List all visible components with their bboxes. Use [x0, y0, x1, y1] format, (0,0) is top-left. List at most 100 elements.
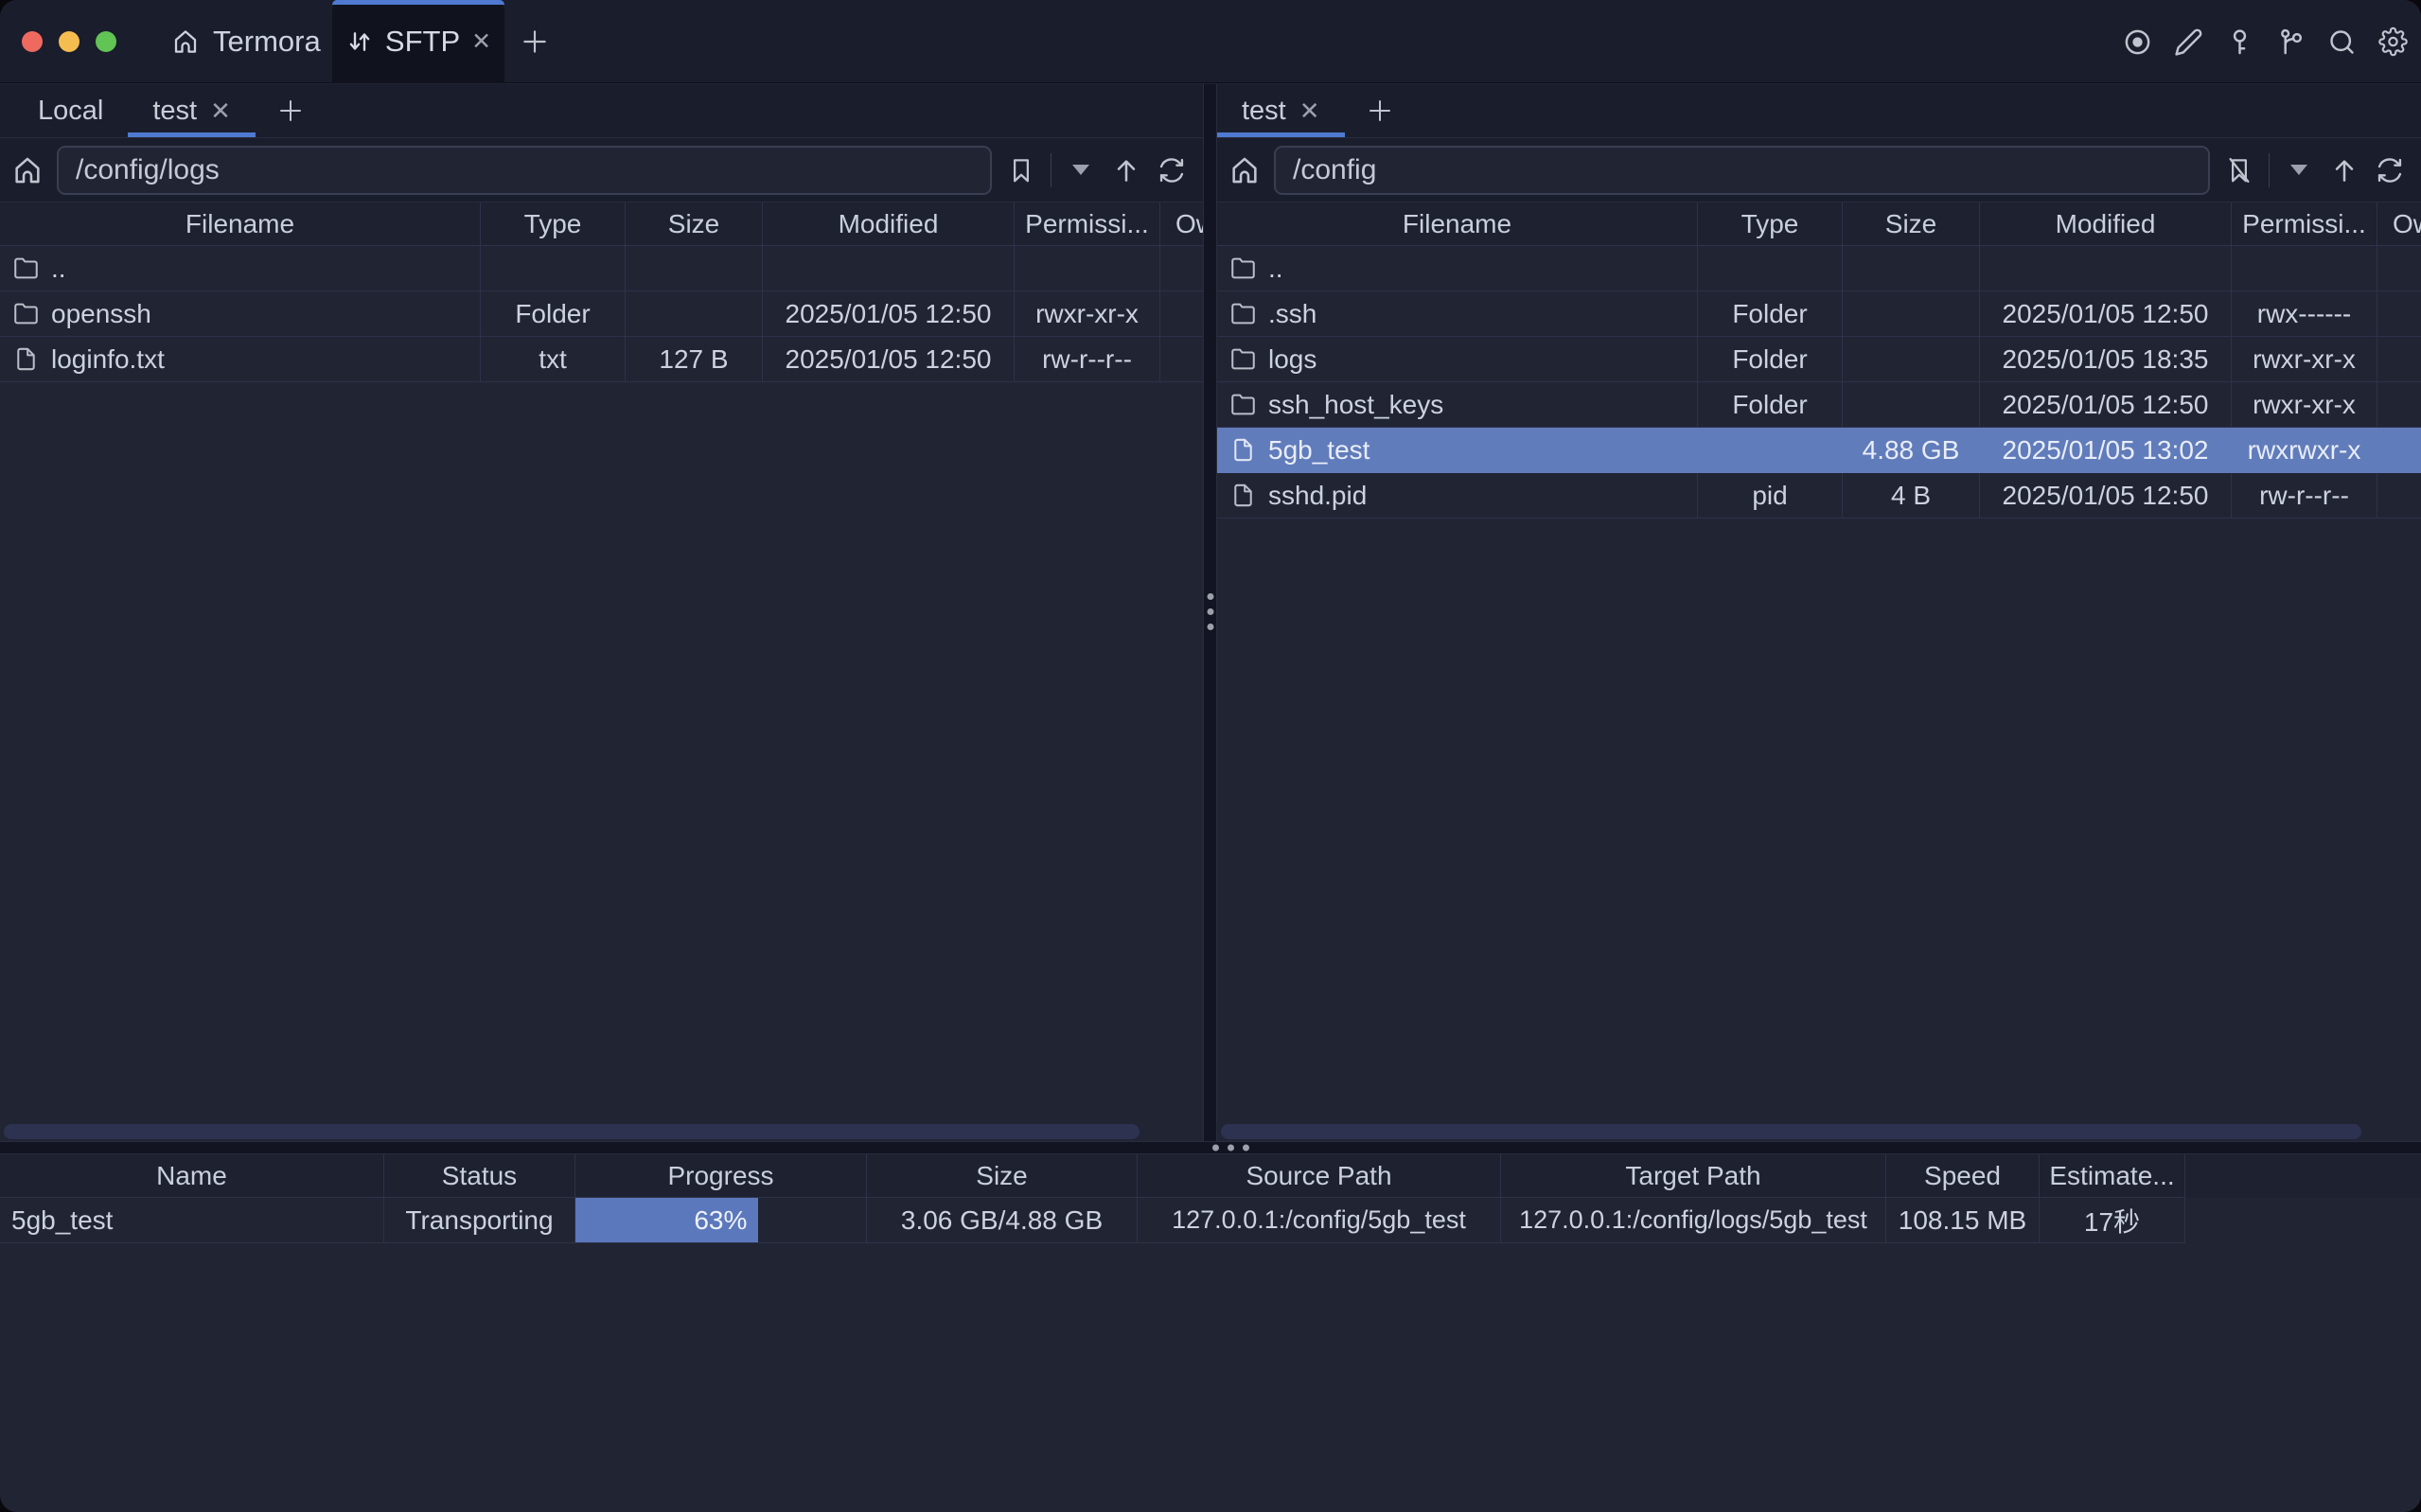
refresh-icon[interactable] — [2374, 154, 2406, 186]
left-tab-local[interactable]: Local — [13, 84, 128, 137]
minimize-window-button[interactable] — [59, 31, 80, 52]
right-path-input[interactable]: /config — [1274, 146, 2210, 195]
column-header-status[interactable]: Status — [384, 1154, 575, 1198]
transfer-row-filler — [2185, 1198, 2421, 1243]
filename-label: .ssh — [1268, 299, 1317, 329]
folder-icon — [1230, 301, 1256, 326]
home-directory-icon[interactable] — [11, 154, 44, 186]
transfer-panel-splitter[interactable] — [0, 1141, 2421, 1154]
column-header-size[interactable]: Size — [626, 202, 763, 246]
filename-label: ssh_host_keys — [1268, 390, 1443, 420]
column-header-type[interactable]: Type — [1698, 202, 1843, 246]
transfer-target-path: 127.0.0.1:/config/logs/5gb_test — [1501, 1198, 1886, 1243]
left-tab-close-icon[interactable]: ✕ — [210, 97, 231, 126]
bookmark-dropdown-icon[interactable] — [2283, 154, 2315, 186]
transfer-status: Transporting — [384, 1198, 575, 1243]
close-window-button[interactable] — [22, 31, 43, 52]
tab-termora[interactable]: Termora — [171, 25, 321, 59]
left-add-tab-button[interactable] — [256, 84, 326, 137]
left-tab-test[interactable]: test ✕ — [128, 84, 256, 137]
table-row[interactable]: loginfo.txt txt 127 B 2025/01/05 12:50 r… — [0, 337, 1203, 382]
keychain-icon[interactable] — [2276, 27, 2306, 57]
pane-splitter[interactable] — [1203, 84, 1217, 1141]
column-header-type[interactable]: Type — [481, 202, 626, 246]
left-pane-tabbar: Local test ✕ — [0, 84, 1203, 138]
left-table-header: Filename Type Size Modified Permissi... … — [0, 202, 1203, 246]
column-header-source-path[interactable]: Source Path — [1138, 1154, 1501, 1198]
column-header-size[interactable]: Size — [867, 1154, 1138, 1198]
transfer-name: 5gb_test — [0, 1198, 384, 1243]
column-header-size[interactable]: Size — [1843, 202, 1980, 246]
folder-icon — [13, 255, 39, 281]
tab-sftp-close-icon[interactable]: ✕ — [471, 27, 491, 56]
filename-label: loginfo.txt — [51, 344, 165, 375]
table-row[interactable]: .ssh Folder 2025/01/05 12:50 rwx------ — [1217, 291, 2421, 337]
search-icon[interactable] — [2327, 27, 2357, 57]
left-file-table: Filename Type Size Modified Permissi... … — [0, 202, 1203, 382]
column-header-estimate[interactable]: Estimate... — [2040, 1154, 2185, 1198]
record-icon[interactable] — [2123, 27, 2152, 57]
column-header-name[interactable]: Name — [0, 1154, 384, 1198]
right-path-value: /config — [1293, 154, 1376, 186]
column-header-speed[interactable]: Speed — [1886, 1154, 2040, 1198]
tab-termora-label: Termora — [213, 25, 321, 59]
left-path-value: /config/logs — [76, 154, 220, 186]
home-icon — [171, 27, 200, 56]
table-row-selected[interactable]: 5gb_test 4.88 GB 2025/01/05 13:02 rwxrwx… — [1217, 428, 2421, 473]
column-header-filler — [2185, 1154, 2421, 1198]
transfer-row[interactable]: 5gb_test Transporting 63% 3.06 GB/4.88 G… — [0, 1198, 2421, 1243]
transfer-size: 3.06 GB/4.88 GB — [867, 1198, 1138, 1243]
transfer-table: Name Status Progress Size Source Path Ta… — [0, 1154, 2421, 1243]
folder-icon — [13, 301, 39, 326]
edit-icon[interactable] — [2174, 27, 2203, 57]
right-tab-test[interactable]: test ✕ — [1217, 84, 1345, 137]
right-pane-toolbar: /config — [1217, 138, 2421, 202]
sftp-panes: Local test ✕ /config/logs — [0, 84, 2421, 1141]
settings-icon[interactable] — [2378, 27, 2408, 57]
column-header-filename[interactable]: Filename — [1217, 202, 1698, 246]
right-add-tab-button[interactable] — [1345, 84, 1415, 137]
toolbar-separator — [2269, 153, 2270, 187]
new-main-tab-button[interactable] — [516, 23, 554, 61]
zoom-window-button[interactable] — [96, 31, 116, 52]
table-row[interactable]: .. — [0, 246, 1203, 291]
refresh-icon[interactable] — [1156, 154, 1188, 186]
column-header-modified[interactable]: Modified — [1980, 202, 2232, 246]
bookmark-icon[interactable] — [1005, 154, 1037, 186]
progress-label: 63% — [694, 1205, 747, 1236]
key-icon[interactable] — [2225, 27, 2254, 57]
right-horizontal-scrollbar[interactable] — [1221, 1124, 2361, 1139]
splitter-grip-icon — [1212, 1145, 1249, 1152]
column-header-owner[interactable]: Ow — [2377, 202, 2421, 246]
table-row[interactable]: openssh Folder 2025/01/05 12:50 rwxr-xr-… — [0, 291, 1203, 337]
parent-directory-icon[interactable] — [2328, 154, 2360, 186]
splitter-grip-icon — [1207, 593, 1213, 630]
column-header-permissions[interactable]: Permissi... — [2232, 202, 2377, 246]
table-row[interactable]: sshd.pid pid 4 B 2025/01/05 12:50 rw-r--… — [1217, 473, 2421, 519]
table-row[interactable]: logs Folder 2025/01/05 18:35 rwxr-xr-x — [1217, 337, 2421, 382]
left-horizontal-scrollbar[interactable] — [4, 1124, 1140, 1139]
transfer-progress-bar: 63% — [575, 1198, 867, 1243]
right-tab-close-icon[interactable]: ✕ — [1299, 97, 1320, 126]
column-header-permissions[interactable]: Permissi... — [1015, 202, 1160, 246]
left-tab-local-label: Local — [38, 96, 103, 127]
right-pane-tabbar: test ✕ — [1217, 84, 2421, 138]
column-header-filename[interactable]: Filename — [0, 202, 481, 246]
left-toolbar-icons — [1005, 153, 1192, 187]
column-header-modified[interactable]: Modified — [763, 202, 1015, 246]
table-row[interactable]: .. — [1217, 246, 2421, 291]
bookmark-slash-icon[interactable] — [2223, 154, 2255, 186]
column-header-target-path[interactable]: Target Path — [1501, 1154, 1886, 1198]
column-header-progress[interactable]: Progress — [575, 1154, 867, 1198]
home-directory-icon[interactable] — [1228, 154, 1261, 186]
column-header-owner[interactable]: Ow — [1160, 202, 1203, 246]
tab-sftp[interactable]: SFTP ✕ — [332, 0, 504, 83]
parent-directory-icon[interactable] — [1110, 154, 1142, 186]
table-row[interactable]: ssh_host_keys Folder 2025/01/05 12:50 rw… — [1217, 382, 2421, 428]
left-path-input[interactable]: /config/logs — [57, 146, 992, 195]
right-toolbar-icons — [2223, 153, 2410, 187]
traffic-lights — [22, 31, 116, 52]
transfer-estimate: 17秒 — [2040, 1198, 2185, 1243]
bookmark-dropdown-icon[interactable] — [1065, 154, 1097, 186]
left-pane: Local test ✕ /config/logs — [0, 84, 1203, 1141]
